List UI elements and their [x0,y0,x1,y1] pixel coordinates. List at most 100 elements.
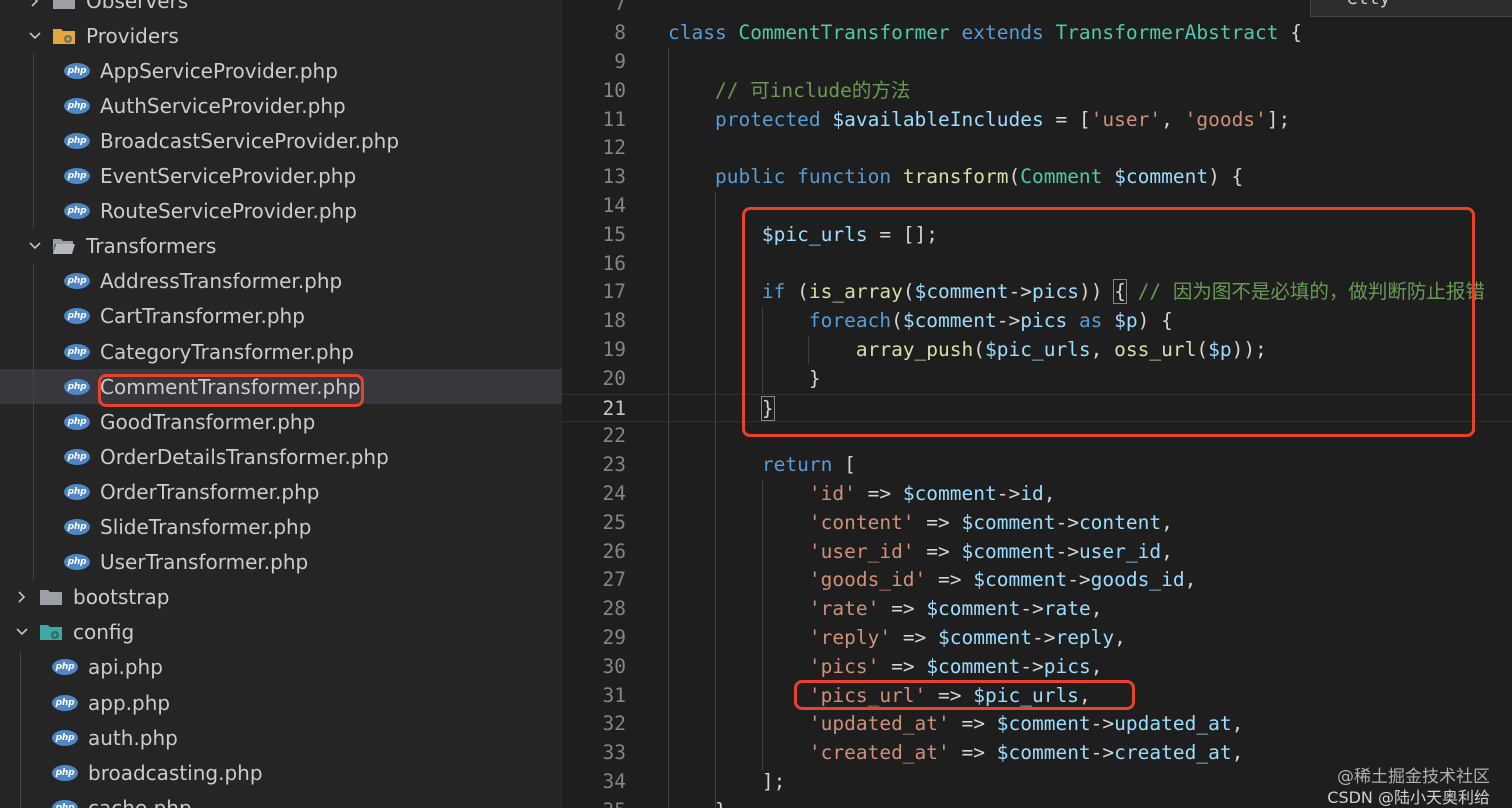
explorer-item-providers[interactable]: Providers [0,18,562,53]
code-token: pics [1043,654,1091,678]
php-file-icon: php [64,554,90,571]
code-line-20[interactable]: 20 } [562,365,1512,394]
code-token: , [1161,539,1173,563]
code-line-21[interactable]: 21 } [562,393,1512,423]
code-token: $p [1114,309,1138,333]
chevron-right-icon[interactable] [11,586,33,608]
code-token: // 因为图不是必填的，做判断防止报错 [1137,280,1485,304]
chevron-right-icon[interactable] [24,0,46,12]
code-line-30[interactable]: 30 'pics' => $comment->pics, [562,653,1512,682]
folder-config-icon [52,26,76,46]
code-line-23[interactable]: 23 return [ [562,451,1512,480]
explorer-item-label: broadcasting.php [88,760,263,785]
chevron-down-icon[interactable] [24,25,46,47]
code-line-26[interactable]: 26 'user_id' => $comment->user_id, [562,538,1512,567]
explorer-item-label: bootstrap [73,585,170,610]
code-line-15[interactable]: 15 $pic_urls = []; [562,221,1512,250]
explorer-item-broadcastserviceprovider-php[interactable]: php BroadcastServiceProvider.php [0,123,562,158]
find-widget[interactable]: etty [1310,0,1512,17]
code-token: as [1078,309,1115,333]
line-number: 23 [602,453,626,477]
code-line-8[interactable]: 8 class CommentTransformer extends Transf… [562,19,1512,48]
code-token: goods_id [1090,568,1185,592]
matched-bracket: } [760,395,775,421]
matched-bracket: { [1113,279,1127,305]
code-token: content [1078,510,1162,534]
code-token: if [761,280,798,304]
explorer-item-authserviceprovider-php[interactable]: php AuthServiceProvider.php [0,88,562,123]
code-token: )); [1231,338,1267,361]
explorer-item-usertransformer-php[interactable]: php UserTransformer.php [0,545,562,580]
code-line-29[interactable]: 29 'reply' => $comment->reply, [562,624,1512,653]
code-token: => [891,654,927,678]
explorer-item-cache-php[interactable]: php cache.php [0,790,562,808]
code-line-11[interactable]: 11 protected $availableIncludes = ['user… [562,106,1512,135]
code-token: { [1290,21,1302,45]
code-token: $p [1208,338,1232,361]
code-token: $pic_urls [973,683,1079,707]
code-token: , [1090,338,1115,361]
explorer-item-appserviceprovider-php[interactable]: php AppServiceProvider.php [0,53,562,88]
code-token: ( [891,309,903,333]
explorer-item-config[interactable]: config [0,615,562,650]
code-text: 'id' => $comment->id, [668,480,1056,509]
code-line-24[interactable]: 24 'id' => $comment->id, [562,480,1512,509]
explorer-item-eventserviceprovider-php[interactable]: php EventServiceProvider.php [0,159,562,194]
code-line-28[interactable]: 28 'rate' => $comment->rate, [562,595,1512,624]
code-text: } [668,797,727,808]
explorer-item-routeserviceprovider-php[interactable]: php RouteServiceProvider.php [0,194,562,229]
code-token: -> [1008,280,1032,304]
code-line-9[interactable]: 9 [562,48,1512,77]
code-token: Comment [1020,165,1115,189]
code-line-32[interactable]: 32 'updated_at' => $comment->updated_at, [562,710,1512,739]
code-line-14[interactable]: 14 [562,192,1512,221]
code-line-27[interactable]: 27 'goods_id' => $comment->goods_id, [562,566,1512,595]
code-line-22[interactable]: 22 [562,422,1512,451]
code-editor[interactable]: 7 8 class CommentTransformer extends Trans… [562,0,1512,808]
php-file-icon: php [64,168,90,184]
explorer-item-transformers[interactable]: Transformers [0,229,562,264]
folder-icon [52,0,76,11]
php-file-icon: php [64,62,90,79]
explorer-item-app-php[interactable]: php app.php [0,685,562,720]
chevron-down-icon[interactable] [24,235,46,257]
line-number: 27 [602,568,626,592]
explorer-item-goodtransformer-php[interactable]: php GoodTransformer.php [0,404,562,439]
code-line-10[interactable]: 10 // 可include的方法 [562,77,1512,106]
code-token: ( [973,338,985,361]
indent-guide [808,336,809,364]
code-line-25[interactable]: 25 'content' => $comment->content, [562,509,1512,538]
line-number: 8 [614,21,626,45]
code-line-12[interactable]: 12 [562,134,1512,163]
line-number: 9 [614,50,626,73]
explorer-item-label: app.php [88,690,171,715]
code-line-17[interactable]: 17 if (is_array($comment->pics)) { // 因为… [562,278,1512,307]
code-token: -> [1020,597,1044,621]
code-text: ]; [668,768,786,797]
explorer-item-broadcasting-php[interactable]: php broadcasting.php [0,755,562,790]
explorer-item-auth-php[interactable]: php auth.php [0,720,562,755]
code-line-31[interactable]: 31 'pics_url' => $pic_urls, [562,682,1512,711]
explorer-item-addresstransformer-php[interactable]: php AddressTransformer.php [0,264,562,299]
explorer-item-ordertransformer-php[interactable]: php OrderTransformer.php [0,474,562,509]
chevron-down-icon[interactable] [11,621,33,643]
explorer-item-orderdetailstransformer-php[interactable]: php OrderDetailsTransformer.php [0,439,562,474]
code-line-18[interactable]: 18 foreach($comment->pics as $p) { [562,307,1512,336]
explorer-item-api-php[interactable]: php api.php [0,650,562,685]
code-line-19[interactable]: 19 array_push($pic_urls, oss_url($p)); [562,336,1512,365]
explorer-item-commenttransformer-php[interactable]: php CommentTransformer.php [0,369,562,405]
explorer-item-observers[interactable]: Observers [0,0,562,18]
explorer-item-bootstrap[interactable]: bootstrap [0,580,562,615]
explorer-item-label: api.php [88,655,163,680]
code-text: 'rate' => $comment->rate, [668,595,1103,624]
line-number: 32 [602,712,626,736]
code-line-13[interactable]: 13 public function transform(Comment $co… [562,163,1512,192]
code-token: , [1114,626,1126,649]
php-file-icon: php [52,799,78,808]
explorer-item-slidetransformer-php[interactable]: php SlideTransformer.php [0,510,562,545]
explorer-item-carttransformer-php[interactable]: php CartTransformer.php [0,299,562,334]
explorer-item-categorytransformer-php[interactable]: php CategoryTransformer.php [0,334,562,369]
code-line-16[interactable]: 16 [562,250,1512,279]
line-number: 30 [602,654,626,678]
